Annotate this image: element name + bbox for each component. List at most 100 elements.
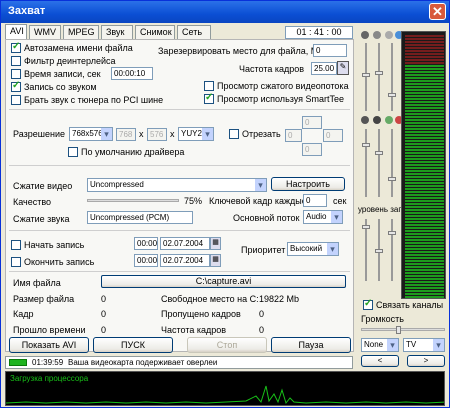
end-time-field[interactable]: 00:00 bbox=[134, 254, 158, 267]
start-calendar-icon[interactable]: ▦ bbox=[210, 237, 221, 250]
start-record-checkbox[interactable] bbox=[11, 240, 21, 250]
elapsed-label: Прошло времени bbox=[13, 325, 86, 335]
source1-select[interactable]: None bbox=[361, 338, 399, 352]
balance-slider[interactable] bbox=[388, 43, 396, 111]
priority-select[interactable]: Высокий bbox=[287, 242, 339, 256]
balance-slider[interactable] bbox=[375, 43, 383, 111]
start-date-field[interactable]: 02.07.2004 bbox=[160, 237, 210, 250]
vu-segment bbox=[405, 173, 444, 175]
tab-wmv[interactable]: WMV bbox=[29, 25, 61, 39]
configure-button[interactable]: Настроить bbox=[271, 177, 345, 191]
crop-bottom-field[interactable]: 0 bbox=[302, 143, 322, 156]
auto-rename-checkbox[interactable] bbox=[11, 41, 21, 53]
vu-segment bbox=[405, 53, 444, 55]
crop-checkbox[interactable] bbox=[229, 129, 239, 139]
vu-segment bbox=[405, 203, 444, 205]
tuner-sound-checkbox[interactable] bbox=[11, 95, 21, 105]
title-bar[interactable]: Захват ✕ bbox=[1, 1, 449, 23]
balance-slider[interactable] bbox=[362, 43, 370, 111]
volume-slider[interactable] bbox=[361, 326, 445, 334]
color-format-select[interactable]: YUY2 bbox=[178, 127, 214, 141]
start-time-field[interactable]: 00:00 bbox=[134, 237, 158, 250]
tab-sound[interactable]: Звук bbox=[101, 25, 133, 39]
speaker-icon bbox=[373, 116, 381, 124]
crop-right-field[interactable]: 0 bbox=[323, 129, 343, 142]
vu-segment bbox=[405, 212, 444, 214]
audio-compression-label: Сжатие звука bbox=[13, 214, 70, 224]
filename-button[interactable]: C:\capture.avi bbox=[101, 275, 346, 288]
record-time-field[interactable]: 00:00:10 bbox=[111, 67, 153, 80]
source2-select[interactable]: TV bbox=[403, 338, 445, 352]
crop-top-field[interactable]: 0 bbox=[302, 116, 322, 129]
vu-segment bbox=[405, 176, 444, 178]
reserve-space-label: Зарезервировать место для файла, Mb bbox=[158, 46, 324, 56]
level-slider[interactable] bbox=[375, 129, 383, 197]
vu-segment bbox=[405, 200, 444, 202]
resolution-select[interactable]: 768x576 bbox=[69, 127, 113, 141]
reserve-space-field[interactable]: 0 bbox=[313, 44, 347, 57]
fps-value: 0 bbox=[259, 325, 265, 335]
vu-segment bbox=[405, 152, 444, 154]
show-avi-button[interactable]: Показать AVI bbox=[9, 337, 89, 353]
quality-slider[interactable] bbox=[87, 199, 179, 202]
level-slider[interactable] bbox=[362, 129, 370, 197]
end-date-field[interactable]: 02.07.2004 bbox=[160, 254, 210, 267]
vu-segment bbox=[405, 56, 444, 58]
end-record-checkbox[interactable] bbox=[11, 257, 21, 267]
record-slider[interactable] bbox=[375, 219, 383, 281]
vu-segment bbox=[405, 77, 444, 79]
keyframe-unit: сек bbox=[333, 196, 347, 206]
audio-codec-field[interactable]: Uncompressed (PCM) bbox=[87, 211, 193, 224]
start-button[interactable]: ПУСК bbox=[93, 337, 173, 353]
vu-segment bbox=[405, 281, 444, 283]
keyframe-field[interactable]: 0 bbox=[303, 194, 327, 207]
vu-segment bbox=[405, 134, 444, 136]
start-record-label: Начать запись bbox=[24, 240, 85, 250]
record-slider[interactable] bbox=[362, 219, 370, 281]
vu-segment bbox=[405, 287, 444, 289]
frame-rate-picker-icon[interactable]: ✎ bbox=[337, 61, 349, 75]
cpu-chart bbox=[6, 385, 444, 405]
with-sound-label: Запись со звуком bbox=[24, 82, 97, 92]
vu-segment bbox=[405, 206, 444, 208]
tab-snapshot[interactable]: Снимок bbox=[135, 25, 175, 39]
quality-value: 75% bbox=[184, 196, 203, 206]
tab-network[interactable]: Сеть bbox=[177, 25, 211, 39]
vu-segment bbox=[405, 185, 444, 187]
with-sound-checkbox[interactable] bbox=[11, 80, 21, 92]
frame-rate-field[interactable]: 25.00 bbox=[311, 62, 337, 75]
tab-avi[interactable]: AVI bbox=[5, 24, 27, 40]
height-field[interactable]: 576 bbox=[147, 128, 167, 141]
vu-segment bbox=[405, 251, 444, 253]
driver-default-checkbox[interactable] bbox=[68, 147, 78, 157]
window-title: Захват bbox=[8, 5, 46, 17]
tab-mpeg[interactable]: MPEG bbox=[63, 25, 99, 39]
width-field[interactable]: 768 bbox=[116, 128, 136, 141]
crop-left-field[interactable]: 0 bbox=[285, 129, 302, 142]
vu-segment bbox=[405, 92, 444, 94]
link-channels-checkbox[interactable] bbox=[363, 298, 373, 310]
video-codec-select[interactable]: Uncompressed bbox=[87, 178, 267, 192]
level-slider[interactable] bbox=[388, 129, 396, 197]
close-button[interactable]: ✕ bbox=[429, 3, 446, 20]
volume-label: Громкость bbox=[361, 314, 404, 324]
record-slider[interactable] bbox=[388, 219, 396, 281]
stop-button[interactable]: Стоп bbox=[187, 337, 267, 353]
pause-button[interactable]: Пауза bbox=[271, 337, 351, 353]
prev-button[interactable]: < bbox=[361, 355, 399, 367]
vu-segment bbox=[405, 215, 444, 217]
x-label: x bbox=[139, 129, 144, 139]
free-space-value: 19822 Mb bbox=[259, 294, 300, 304]
deinterlace-checkbox[interactable] bbox=[11, 56, 21, 66]
end-calendar-icon[interactable]: ▦ bbox=[210, 254, 221, 267]
filesize-label: Размер файла bbox=[13, 294, 75, 304]
next-button[interactable]: > bbox=[407, 355, 445, 367]
vu-segment bbox=[405, 242, 444, 244]
vu-segment bbox=[405, 35, 444, 37]
record-time-checkbox[interactable] bbox=[11, 69, 21, 79]
vu-segment bbox=[405, 194, 444, 196]
frame-label: Кадр bbox=[13, 309, 34, 319]
compressed-preview-checkbox[interactable] bbox=[204, 81, 214, 91]
main-stream-select[interactable]: Audio bbox=[303, 210, 343, 224]
smarttee-preview-checkbox[interactable] bbox=[204, 92, 214, 104]
